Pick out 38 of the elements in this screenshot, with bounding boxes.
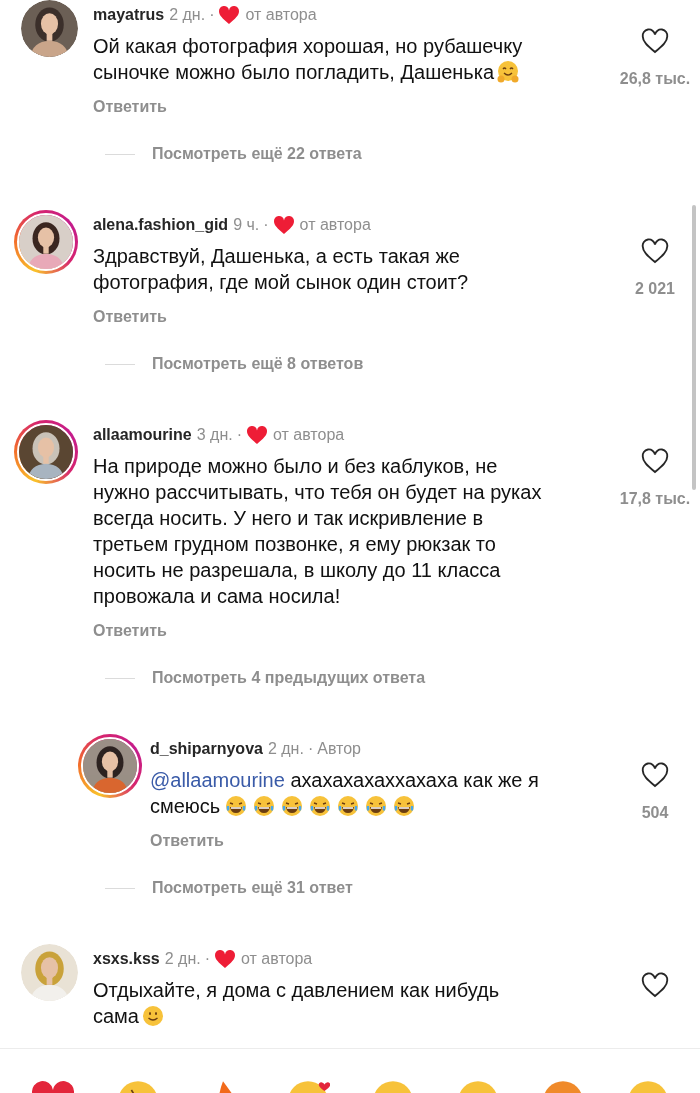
separator-dot: ·: [236, 426, 242, 444]
comment-time: 2 дн.: [267, 740, 304, 758]
author-label: Автор: [317, 740, 361, 758]
comment-text: Здравствуй, Дашенька, а есть такая же фотография, где мой сынок один стоит?: [93, 244, 470, 295]
mention-link[interactable]: @allaamourine: [150, 769, 285, 791]
comment-time: 2 дн.: [169, 6, 206, 24]
like-count: 504: [641, 804, 669, 822]
comment-text: Ой какая фотография хорошая, но рубашечку сыночке можно было погладить, Дашенька: [93, 34, 524, 85]
separator-dot: ·: [204, 950, 211, 968]
reply-link[interactable]: Ответить: [93, 98, 167, 115]
like-count: 26,8 тыс.: [619, 70, 691, 88]
comment-text: Отдыхайте, я дома с давлением как нибудь сама: [93, 978, 501, 1029]
comment-time: 2 дн.: [164, 950, 201, 968]
like-count: 2 021: [634, 280, 675, 298]
view-more-replies-link[interactable]: Посмотреть ещё 22 ответа: [152, 144, 362, 164]
view-more-replies-link[interactable]: Посмотреть ещё 31 ответ: [152, 878, 353, 898]
reply-link[interactable]: Ответить: [150, 832, 224, 849]
view-more-replies-link[interactable]: Посмотреть 4 предыдущих ответа: [152, 668, 426, 688]
liked-by-author-label: от автора: [241, 950, 313, 968]
comment-text: На природе можно было и без каблуков, не нужно рассчитывать, что тебя он будет на руках всегда носить. У него и так искривление в третьем грудном позвонке, я ему рюкзак то носить не разрешала, в школу до 11 класса провожала и сама носила!: [93, 454, 543, 609]
liked-by-author-label: от автора: [299, 216, 371, 234]
username[interactable]: d_shiparnyova: [150, 740, 263, 758]
comment-time: 3 дн.: [196, 426, 233, 444]
liked-by-author-label: от автора: [245, 6, 317, 24]
like-count: 17,8 тыс.: [619, 490, 691, 508]
separator-dot: ·: [209, 6, 215, 24]
username[interactable]: mayatrus: [93, 6, 165, 24]
separator-dot: ·: [263, 216, 269, 234]
username[interactable]: allaamourine: [93, 426, 192, 444]
liked-by-author-label: от автора: [273, 426, 345, 444]
view-more-replies-link[interactable]: Посмотреть ещё 8 ответов: [152, 354, 364, 374]
reply-link[interactable]: Ответить: [93, 308, 167, 325]
comment-text: @allaamourine ахахахахаххахаха как же я смеюсь: [150, 768, 540, 819]
username[interactable]: alena.fashion_gid: [93, 216, 229, 234]
comment-time: 9 ч.: [233, 216, 260, 234]
separator-dot: ·: [307, 740, 314, 758]
reply-link[interactable]: Ответить: [93, 622, 167, 639]
username[interactable]: xsxs.kss: [93, 950, 160, 968]
